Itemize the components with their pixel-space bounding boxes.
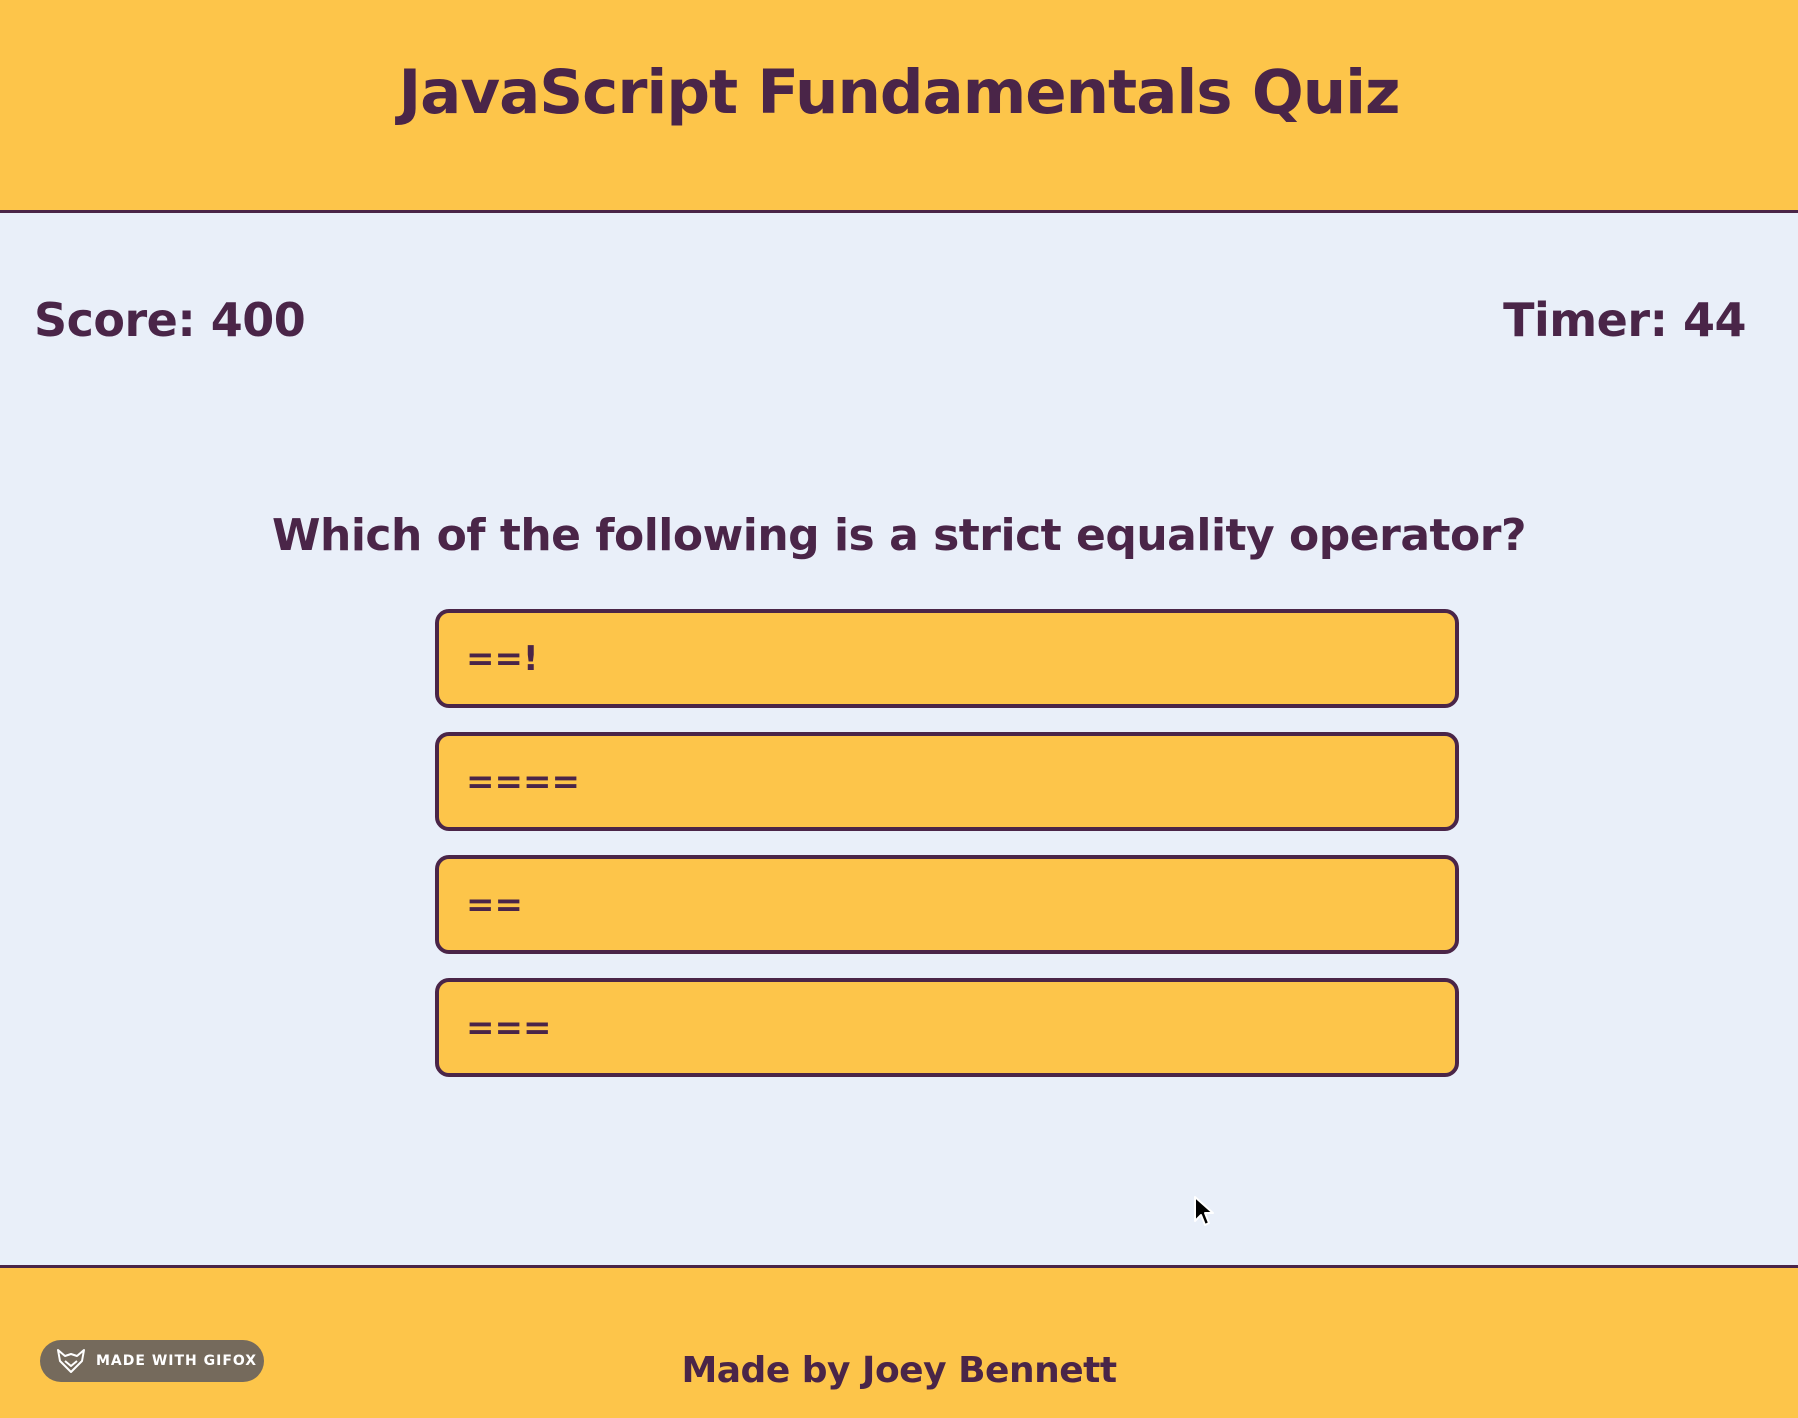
answer-button-3[interactable]: == bbox=[435, 855, 1459, 954]
timer-display: Timer: 44 bbox=[1503, 293, 1746, 347]
question-text: Which of the following is a strict equal… bbox=[271, 510, 1527, 561]
footer-credit: Made by Joey Bennett bbox=[681, 1350, 1117, 1391]
answer-button-4[interactable]: === bbox=[435, 978, 1459, 1077]
answer-button-2[interactable]: ==== bbox=[435, 732, 1459, 831]
page-header: JavaScript Fundamentals Quiz bbox=[0, 0, 1798, 213]
answer-button-1[interactable]: ==! bbox=[435, 609, 1459, 708]
page-title: JavaScript Fundamentals Quiz bbox=[398, 56, 1400, 128]
page-footer: MADE WITH GIFOX Made by Joey Bennett bbox=[0, 1265, 1798, 1418]
score-display: Score: 400 bbox=[34, 293, 306, 347]
answer-list: ==! ==== == === bbox=[435, 609, 1459, 1101]
quiz-page: JavaScript Fundamentals Quiz Score: 400 … bbox=[0, 0, 1798, 1418]
mouse-cursor-icon bbox=[1194, 1196, 1214, 1226]
